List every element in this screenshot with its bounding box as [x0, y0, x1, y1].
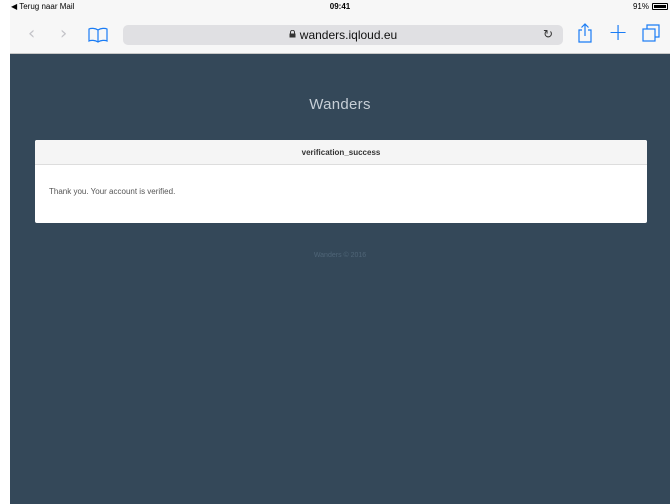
clock: 09:41	[329, 2, 351, 11]
tabs-icon[interactable]	[642, 24, 660, 47]
site-title: Wanders	[309, 96, 371, 113]
back-icon[interactable]: ‹	[28, 25, 35, 43]
forward-icon[interactable]: ›	[60, 25, 67, 43]
url-text: wanders.iqloud.eu	[299, 28, 398, 42]
verification-panel: verification_success Thank you. Your acc…	[35, 140, 647, 223]
battery-icon	[652, 3, 668, 10]
verification-message: Thank you. Your account is verified.	[49, 187, 176, 196]
new-tab-icon[interactable]: +	[608, 20, 628, 44]
device-screen: ◀ Terug naar Mail 09:41 91% ‹ › wanders.…	[10, 0, 670, 504]
share-icon[interactable]	[577, 23, 593, 48]
browser-chrome: ◀ Terug naar Mail 09:41 91% ‹ › wanders.…	[10, 0, 670, 54]
reload-icon[interactable]: ↻	[543, 27, 553, 41]
bookmarks-icon[interactable]	[88, 27, 108, 48]
battery-percent: 91%	[632, 2, 649, 11]
status-bar: ◀ Terug naar Mail 09:41 91%	[10, 0, 670, 14]
lock-icon	[289, 29, 296, 40]
page-footer: Wanders © 2016	[313, 252, 367, 259]
browser-toolbar: ‹ › wanders.iqloud.eu ↻ +	[10, 14, 670, 54]
battery-indicator: 91%	[633, 2, 668, 11]
panel-heading: verification_success	[35, 140, 647, 165]
address-bar[interactable]: wanders.iqloud.eu ↻	[123, 25, 563, 45]
